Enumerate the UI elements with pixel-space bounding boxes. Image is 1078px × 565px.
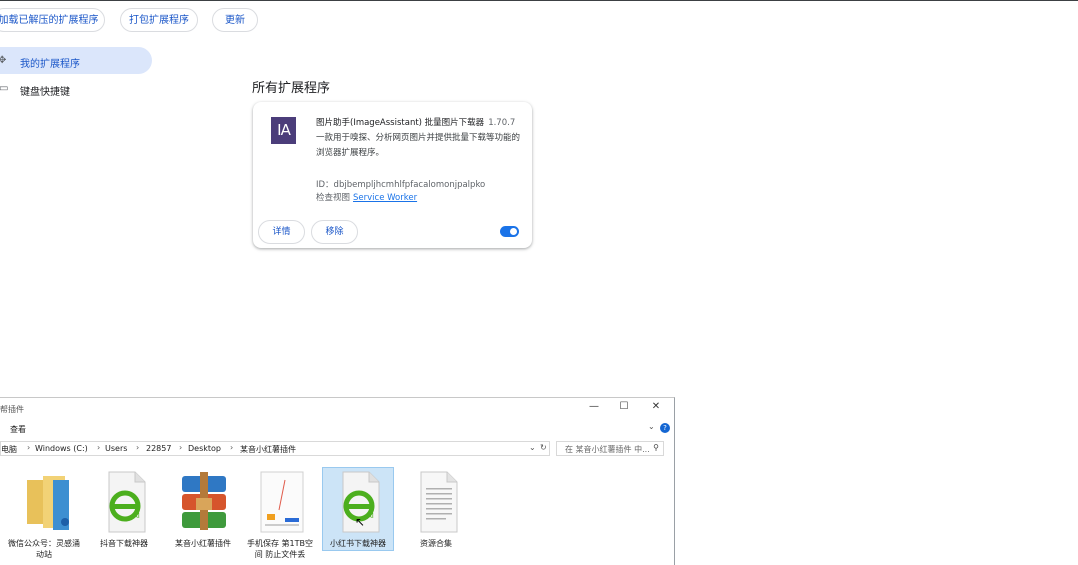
ribbon-expand-icon[interactable]: ⌄ — [648, 422, 655, 431]
breadcrumb-item[interactable]: 22857 — [146, 444, 171, 453]
maximize-icon[interactable]: ☐ — [615, 401, 633, 412]
breadcrumb-item[interactable]: Users — [105, 444, 127, 453]
chevron-right-icon: › — [230, 443, 234, 452]
update-button[interactable]: 更新 — [212, 8, 258, 32]
sidebar-item-my-extensions[interactable]: 我的扩展程序 — [20, 55, 80, 70]
file-explorer-window: 帮插件 — ☐ ✕ 查看 ⌄ ? 电脑 › Windows (C:) › Use… — [0, 397, 675, 565]
service-worker-link[interactable]: Service Worker — [353, 193, 417, 203]
help-icon[interactable]: ? — [660, 423, 670, 433]
svg-text:AI: AI — [133, 512, 140, 520]
sidebar-item-keyboard-shortcuts[interactable]: 键盘快捷键 — [20, 83, 70, 98]
load-unpacked-button[interactable]: 加载已解压的扩展程序 — [0, 8, 105, 32]
remove-button[interactable]: 移除 — [311, 220, 358, 244]
text-document-icon — [420, 471, 458, 533]
search-icon: ⚲ — [653, 443, 659, 452]
extension-version: 1.70.7 — [488, 118, 516, 128]
search-input[interactable]: 在 某音小红薯插件 中... ⚲ — [556, 441, 664, 456]
extension-card: IA 图片助手(ImageAssistant) 批量图片下载器 1.70.7 一款… — [253, 102, 532, 248]
chevron-right-icon: › — [27, 443, 31, 452]
window-top-border — [0, 0, 1078, 1]
breadcrumb-item[interactable]: Windows (C:) — [35, 444, 88, 453]
close-icon[interactable]: ✕ — [647, 401, 665, 412]
page-title: 所有扩展程序 — [252, 81, 331, 96]
explorer-title: 帮插件 — [0, 405, 24, 414]
search-placeholder: 在 某音小红薯插件 中... — [565, 445, 650, 454]
details-button[interactable]: 详情 — [258, 220, 305, 244]
extension-name: 图片助手(ImageAssistant) 批量图片下载器 — [316, 118, 485, 128]
pack-extension-button[interactable]: 打包扩展程序 — [120, 8, 198, 32]
file-label: 手机保存 第1TB空间 防止文件丢 — [246, 539, 313, 559]
breadcrumb-item[interactable]: 某音小红薯插件 — [240, 444, 296, 455]
extension-description: 一款用于嗅探、分析网页图片并提供批量下载等功能的浏览器扩展程序。 — [316, 133, 521, 158]
refresh-icon[interactable]: ↻ — [540, 443, 547, 452]
address-bar[interactable]: 电脑 › Windows (C:) › Users › 22857 › Desk… — [0, 441, 550, 456]
extension-enable-toggle[interactable] — [500, 226, 519, 237]
image-thumbnail-icon — [260, 471, 304, 533]
edge-html-icon: AI — [108, 471, 146, 533]
menu-view[interactable]: 查看 — [10, 424, 26, 435]
chevron-right-icon: › — [97, 443, 101, 452]
minimize-icon[interactable]: — — [585, 401, 603, 412]
chevron-right-icon: › — [179, 443, 183, 452]
breadcrumb-item[interactable]: Desktop — [188, 444, 221, 453]
file-label: 微信公众号：灵感涌动站 — [8, 539, 80, 559]
extension-name-row: 图片助手(ImageAssistant) 批量图片下载器 1.70.7 — [316, 116, 515, 128]
breadcrumb-item[interactable]: 电脑 — [1, 444, 17, 455]
chevron-right-icon: › — [136, 443, 140, 452]
toggle-knob — [510, 228, 517, 235]
keyboard-icon: ▭ — [0, 83, 9, 94]
winrar-archive-icon — [182, 472, 226, 530]
file-label: 小红书下载神器 — [330, 539, 386, 548]
extension-id: ID：dbjbempljhcmhlfpfacalomonjpalpko — [316, 180, 486, 190]
chevron-down-icon[interactable]: ⌄ — [529, 443, 536, 452]
inspect-views-row: 检查视图 Service Worker — [316, 191, 417, 203]
folder-icon — [27, 476, 69, 530]
puzzle-icon: ✥ — [0, 55, 7, 66]
inspect-views-label: 检查视图 — [316, 193, 351, 203]
svg-text:AI: AI — [367, 512, 374, 520]
file-label: 抖音下载神器 — [100, 539, 148, 548]
mouse-cursor-icon: ↖ — [355, 515, 366, 529]
file-label: 某音小红薯插件 — [175, 539, 231, 548]
file-label: 资源合集 — [420, 539, 452, 548]
extension-logo: IA — [271, 117, 296, 144]
